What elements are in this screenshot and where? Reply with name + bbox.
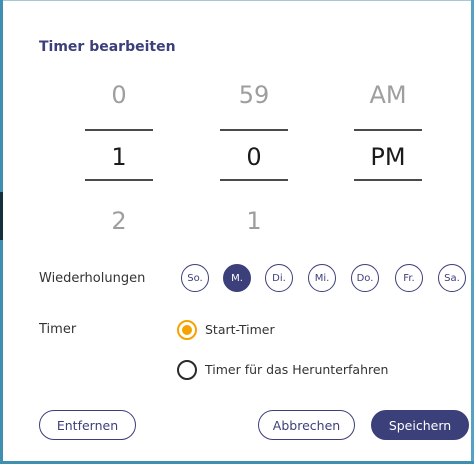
radio-start-timer-label[interactable]: Start-Timer <box>205 322 275 337</box>
ampm-selected[interactable]: PM <box>346 143 430 171</box>
hour-selected[interactable]: 1 <box>77 143 161 171</box>
hour-divider-bottom <box>85 179 153 181</box>
window-edge-left <box>0 0 3 464</box>
hour-divider-top <box>85 129 153 131</box>
ampm-picker[interactable]: AM PM <box>346 81 430 231</box>
ampm-divider-top <box>354 129 422 131</box>
radio-shutdown-timer-label[interactable]: Timer für das Herunterfahren <box>205 362 388 377</box>
day-toggle-saturday[interactable]: Sa. <box>438 264 466 292</box>
hour-picker[interactable]: 0 1 2 <box>77 81 161 235</box>
radio-unselected-icon[interactable] <box>177 360 197 380</box>
minute-picker[interactable]: 59 0 1 <box>212 81 296 235</box>
minute-divider-top <box>220 129 288 131</box>
day-toggle-monday[interactable]: M. <box>223 264 251 292</box>
day-toggle-tuesday[interactable]: Di. <box>265 264 293 292</box>
minute-divider-bottom <box>220 179 288 181</box>
minute-prev[interactable]: 59 <box>212 81 296 109</box>
day-toggle-sunday[interactable]: So. <box>181 264 209 292</box>
radio-selected-icon[interactable] <box>177 320 197 340</box>
ampm-divider-bottom <box>354 179 422 181</box>
day-toggle-friday[interactable]: Fr. <box>395 264 423 292</box>
save-button[interactable]: Speichern <box>371 410 469 440</box>
minute-selected[interactable]: 0 <box>212 143 296 171</box>
timer-label: Timer <box>39 322 77 337</box>
timer-dialog: Timer bearbeiten 0 1 2 59 0 1 AM PM Wied… <box>0 0 474 464</box>
hour-next[interactable]: 2 <box>77 207 161 235</box>
remove-button[interactable]: Entfernen <box>39 410 136 440</box>
cancel-button[interactable]: Abbrechen <box>258 410 355 440</box>
minute-next[interactable]: 1 <box>212 207 296 235</box>
repeat-label: Wiederholungen <box>39 271 146 286</box>
dialog-title: Timer bearbeiten <box>39 39 176 55</box>
day-toggle-thursday[interactable]: Do. <box>351 264 379 292</box>
hour-prev[interactable]: 0 <box>77 81 161 109</box>
ampm-prev[interactable]: AM <box>346 81 430 109</box>
day-toggle-wednesday[interactable]: Mi. <box>308 264 336 292</box>
